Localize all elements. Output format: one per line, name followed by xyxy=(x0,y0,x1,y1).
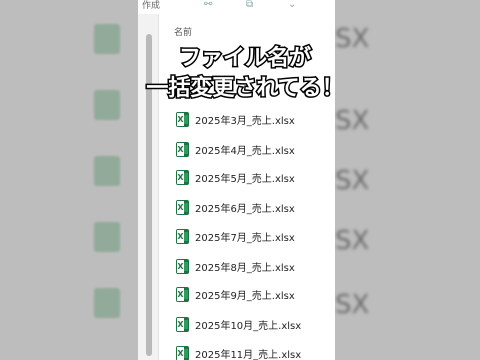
caption-line-2: 一括変更されてる！ xyxy=(145,75,345,103)
excel-file-icon: X xyxy=(176,345,189,360)
excel-file-icon xyxy=(94,90,120,120)
video-caption: ファイル名が 一括変更されてる！ xyxy=(120,44,370,104)
copy-icon[interactable]: ⧉ xyxy=(246,0,253,10)
excel-file-icon xyxy=(94,24,120,54)
excel-file-icon: X xyxy=(176,111,189,127)
excel-file-icon xyxy=(94,288,120,318)
background-text: SX xyxy=(335,226,370,256)
cut-icon[interactable]: ⚯ xyxy=(204,0,212,10)
caption-line-1: ファイル名が xyxy=(177,45,312,73)
excel-file-icon xyxy=(94,222,120,252)
excel-file-icon: X xyxy=(176,228,189,244)
file-row[interactable]: X 2025年9月_売上.xlsx xyxy=(176,284,295,304)
file-row[interactable]: X 2025年3月_売上.xlsx xyxy=(176,109,295,129)
create-menu-label[interactable]: 作成 xyxy=(142,0,160,11)
file-name: 2025年11月_売上.xlsx xyxy=(195,349,302,360)
excel-file-icon: X xyxy=(176,286,189,302)
excel-file-icon: X xyxy=(176,199,189,215)
excel-file-icon xyxy=(94,156,120,186)
file-name: 2025年5月_売上.xlsx xyxy=(195,173,295,185)
file-name: 2025年7月_売上.xlsx xyxy=(195,232,295,244)
background-text: SX xyxy=(335,166,370,196)
file-row[interactable]: X 2025年11月_売上.xlsx xyxy=(176,343,301,360)
file-row[interactable]: X 2025年5月_売上.xlsx xyxy=(176,167,295,187)
background-left xyxy=(0,0,138,360)
excel-file-icon: X xyxy=(176,258,189,274)
file-name: 2025年10月_売上.xlsx xyxy=(195,320,302,332)
file-row[interactable]: X 2025年8月_売上.xlsx xyxy=(176,256,295,276)
file-name: 2025年9月_売上.xlsx xyxy=(195,290,295,302)
file-name: 2025年6月_売上.xlsx xyxy=(195,203,295,215)
background-text: SX xyxy=(335,290,370,320)
chevron-down-icon[interactable]: ⌄ xyxy=(288,0,296,10)
file-name: 2025年3月_売上.xlsx xyxy=(195,115,295,127)
file-row[interactable]: X 2025年4月_売上.xlsx xyxy=(176,139,295,159)
file-row[interactable]: X 2025年7月_売上.xlsx xyxy=(176,226,295,246)
toolbar: 作成 ⚯ ⧉ ⌄ xyxy=(138,0,335,14)
excel-file-icon: X xyxy=(176,316,189,332)
background-text: SX xyxy=(335,106,370,136)
excel-file-icon: X xyxy=(176,141,189,157)
excel-file-icon: X xyxy=(176,169,189,185)
file-name: 2025年8月_売上.xlsx xyxy=(195,262,295,274)
name-column-header[interactable]: 名前 xyxy=(174,25,192,38)
file-name: 2025年4月_売上.xlsx xyxy=(195,145,295,157)
file-row[interactable]: X 2025年6月_売上.xlsx xyxy=(176,197,295,217)
file-row[interactable]: X 2025年10月_売上.xlsx xyxy=(176,314,301,334)
